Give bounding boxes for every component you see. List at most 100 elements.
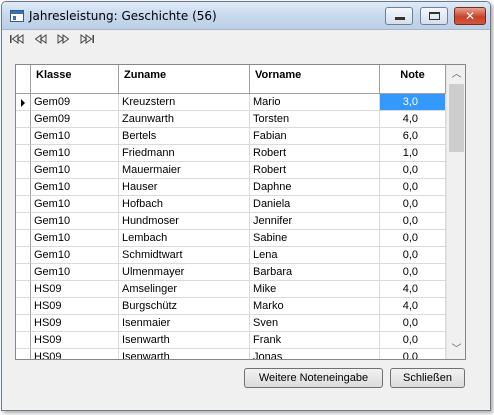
cell-klasse[interactable]: Gem10: [31, 128, 119, 145]
cell-klasse[interactable]: HS09: [31, 298, 119, 315]
cell-klasse[interactable]: Gem09: [31, 111, 119, 128]
first-record-icon[interactable]: [8, 32, 26, 46]
last-record-icon[interactable]: [78, 32, 96, 46]
table-row[interactable]: Gem10 Schmidtwart Lena 0,0: [16, 247, 446, 264]
table-row[interactable]: Gem09 Zaunwarth Torsten 4,0: [16, 111, 446, 128]
cell-zuname[interactable]: Burgschütz: [119, 298, 250, 315]
cell-note[interactable]: 0,0: [380, 213, 446, 230]
cell-vorname[interactable]: Jonas: [250, 349, 380, 359]
cell-note[interactable]: 0,0: [380, 264, 446, 281]
cell-klasse[interactable]: HS09: [31, 332, 119, 349]
column-header-note[interactable]: Note: [380, 65, 446, 94]
cell-vorname[interactable]: Barbara: [250, 264, 380, 281]
cell-vorname[interactable]: Robert: [250, 162, 380, 179]
column-header-klasse[interactable]: Klasse: [31, 65, 119, 94]
cell-klasse[interactable]: Gem10: [31, 213, 119, 230]
table-row[interactable]: HS09 Amselinger Mike 4,0: [16, 281, 446, 298]
cell-note[interactable]: 4,0: [380, 111, 446, 128]
cell-klasse[interactable]: Gem10: [31, 264, 119, 281]
table-row[interactable]: HS09 Isenwarth Jonas 0,0: [16, 349, 446, 359]
cell-note[interactable]: 0,0: [380, 162, 446, 179]
cell-zuname[interactable]: Hofbach: [119, 196, 250, 213]
cell-note[interactable]: 0,0: [380, 230, 446, 247]
cell-note[interactable]: 1,0: [380, 145, 446, 162]
cell-klasse[interactable]: HS09: [31, 349, 119, 359]
cell-klasse[interactable]: Gem10: [31, 230, 119, 247]
row-selector[interactable]: [16, 162, 31, 179]
close-window-button[interactable]: ✕: [454, 7, 486, 25]
cell-vorname[interactable]: Jennifer: [250, 213, 380, 230]
cell-note[interactable]: 6,0: [380, 128, 446, 145]
cell-note[interactable]: 0,0: [380, 332, 446, 349]
cell-note[interactable]: 0,0: [380, 196, 446, 213]
cell-vorname[interactable]: Mario: [250, 94, 380, 111]
table-row[interactable]: Gem10 Hofbach Daniela 0,0: [16, 196, 446, 213]
cell-note[interactable]: 0,0: [380, 179, 446, 196]
maximize-button[interactable]: [420, 7, 448, 25]
cell-zuname[interactable]: Ulmenmayer: [119, 264, 250, 281]
cell-vorname[interactable]: Sabine: [250, 230, 380, 247]
cell-note[interactable]: 4,0: [380, 298, 446, 315]
cell-note[interactable]: 4,0: [380, 281, 446, 298]
cell-klasse[interactable]: Gem09: [31, 94, 119, 111]
cell-zuname[interactable]: Lembach: [119, 230, 250, 247]
more-grades-button[interactable]: Weitere Noteneingabe: [244, 368, 383, 388]
row-selector[interactable]: [16, 298, 31, 315]
cell-klasse[interactable]: Gem10: [31, 162, 119, 179]
cell-vorname[interactable]: Torsten: [250, 111, 380, 128]
cell-vorname[interactable]: Frank: [250, 332, 380, 349]
table-row[interactable]: Gem10 Mauermaier Robert 0,0: [16, 162, 446, 179]
cell-zuname[interactable]: Hauser: [119, 179, 250, 196]
cell-zuname[interactable]: Kreuzstern: [119, 94, 250, 111]
cell-note[interactable]: 0,0: [380, 349, 446, 359]
row-selector[interactable]: [16, 179, 31, 196]
table-row[interactable]: Gem10 Friedmann Robert 1,0: [16, 145, 446, 162]
row-selector[interactable]: [16, 128, 31, 145]
cell-note[interactable]: 0,0: [380, 315, 446, 332]
table-row[interactable]: Gem10 Hundmoser Jennifer 0,0: [16, 213, 446, 230]
previous-record-icon[interactable]: [32, 32, 50, 46]
cell-vorname[interactable]: Daphne: [250, 179, 380, 196]
row-selector[interactable]: [16, 230, 31, 247]
column-header-vorname[interactable]: Vorname: [250, 65, 380, 94]
scroll-up-icon[interactable]: ︿: [447, 66, 465, 83]
cell-vorname[interactable]: Mike: [250, 281, 380, 298]
cell-zuname[interactable]: Amselinger: [119, 281, 250, 298]
title-bar[interactable]: Jahresleistung: Geschichte (56) ✕: [2, 2, 490, 30]
cell-vorname[interactable]: Daniela: [250, 196, 380, 213]
scrollbar-thumb[interactable]: [449, 84, 464, 152]
cell-klasse[interactable]: Gem10: [31, 145, 119, 162]
row-selector[interactable]: [16, 111, 31, 128]
cell-note[interactable]: 3,0: [380, 94, 446, 111]
row-selector[interactable]: [16, 315, 31, 332]
cell-vorname[interactable]: Sven: [250, 315, 380, 332]
vertical-scrollbar[interactable]: ︿ ﹀: [446, 65, 465, 359]
close-button[interactable]: Schließen: [390, 368, 465, 388]
cell-zuname[interactable]: Friedmann: [119, 145, 250, 162]
table-row[interactable]: HS09 Isenwarth Frank 0,0: [16, 332, 446, 349]
cell-vorname[interactable]: Robert: [250, 145, 380, 162]
row-selector[interactable]: [16, 349, 31, 359]
cell-klasse[interactable]: HS09: [31, 315, 119, 332]
cell-zuname[interactable]: Isenwarth: [119, 349, 250, 359]
column-header-zuname[interactable]: Zuname: [119, 65, 250, 94]
cell-vorname[interactable]: Marko: [250, 298, 380, 315]
cell-klasse[interactable]: HS09: [31, 281, 119, 298]
row-selector[interactable]: [16, 264, 31, 281]
row-selector[interactable]: [16, 332, 31, 349]
cell-zuname[interactable]: Bertels: [119, 128, 250, 145]
cell-klasse[interactable]: Gem10: [31, 196, 119, 213]
cell-vorname[interactable]: Fabian: [250, 128, 380, 145]
table-row[interactable]: Gem10 Hauser Daphne 0,0: [16, 179, 446, 196]
cell-klasse[interactable]: Gem10: [31, 247, 119, 264]
row-selector[interactable]: [16, 213, 31, 230]
table-row[interactable]: HS09 Burgschütz Marko 4,0: [16, 298, 446, 315]
row-selector[interactable]: [16, 247, 31, 264]
cell-zuname[interactable]: Hundmoser: [119, 213, 250, 230]
row-selector[interactable]: [16, 196, 31, 213]
cell-zuname[interactable]: Isenmaier: [119, 315, 250, 332]
scroll-down-icon[interactable]: ﹀: [447, 341, 465, 358]
table-row[interactable]: Gem10 Bertels Fabian 6,0: [16, 128, 446, 145]
cell-zuname[interactable]: Schmidtwart: [119, 247, 250, 264]
cell-zuname[interactable]: Zaunwarth: [119, 111, 250, 128]
